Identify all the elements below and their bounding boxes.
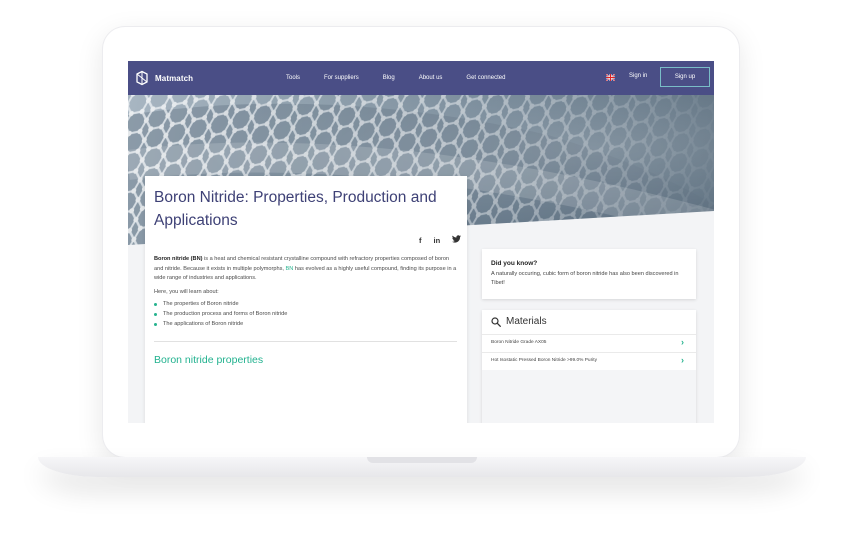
did-you-know-title: Did you know? bbox=[491, 260, 538, 267]
material-row[interactable]: Boron Nitride Grade AX05 › bbox=[482, 334, 696, 353]
material-row[interactable]: Hot Isostatic Pressed Boron Nitride >99.… bbox=[482, 352, 696, 371]
uk-flag-icon[interactable] bbox=[606, 74, 615, 81]
section-heading: Boron nitride properties bbox=[154, 354, 264, 366]
nav-links: Tools For suppliers Blog About us Get co… bbox=[286, 61, 529, 95]
chevron-right-icon: › bbox=[681, 337, 684, 347]
article-title: Boron Nitride: Properties, Production an… bbox=[154, 189, 437, 229]
chevron-right-icon: › bbox=[681, 355, 684, 365]
list-item-text: The properties of Boron nitride bbox=[163, 301, 239, 307]
materials-header: Materials bbox=[491, 316, 547, 327]
brand-name: Matmatch bbox=[155, 73, 194, 83]
linkedin-icon[interactable]: in bbox=[434, 236, 441, 245]
materials-empty-area bbox=[482, 370, 696, 423]
did-you-know-text: A naturally occuring, cubic form of boro… bbox=[491, 271, 679, 286]
topic-list: The properties of Boron nitride The prod… bbox=[154, 299, 287, 329]
intro-bold-term: Boron nitride (BN) bbox=[154, 256, 203, 262]
sign-up-button[interactable]: Sign up bbox=[660, 67, 710, 87]
materials-card: Materials Boron Nitride Grade AX05 › Hot… bbox=[482, 310, 696, 423]
list-item: The applications of Boron nitride bbox=[154, 319, 287, 329]
search-icon bbox=[491, 316, 501, 327]
learn-about-text: Here, you will learn about: bbox=[154, 289, 219, 295]
nav-link-blog[interactable]: Blog bbox=[383, 75, 395, 81]
share-icons: f in bbox=[407, 235, 462, 245]
material-name: Hot Isostatic Pressed Boron Nitride >99.… bbox=[491, 358, 597, 363]
material-name: Boron Nitride Grade AX05 bbox=[491, 340, 547, 345]
laptop-base bbox=[38, 457, 806, 477]
laptop-notch bbox=[367, 457, 477, 463]
nav-link-about-us[interactable]: About us bbox=[419, 75, 443, 81]
bullet-dot bbox=[154, 302, 157, 306]
list-item: The production process and forms of Boro… bbox=[154, 309, 287, 319]
article-intro: Boron nitride (BN) is a heat and chemica… bbox=[154, 255, 459, 284]
screen: Matmatch Tools For suppliers Blog About … bbox=[128, 61, 714, 423]
matmatch-logo-icon bbox=[136, 70, 148, 86]
divider bbox=[154, 341, 457, 342]
twitter-icon[interactable] bbox=[452, 235, 462, 245]
article-card: Boron Nitride: Properties, Production an… bbox=[145, 176, 467, 423]
did-you-know-card: Did you know? A naturally occuring, cubi… bbox=[482, 249, 696, 299]
nav-link-get-connected[interactable]: Get connected bbox=[466, 75, 505, 81]
bullet-dot bbox=[154, 312, 157, 316]
list-item-text: The applications of Boron nitride bbox=[163, 321, 244, 327]
brand-logo[interactable]: Matmatch bbox=[134, 70, 193, 86]
sign-in-link[interactable]: Sign in bbox=[629, 73, 647, 79]
bullet-dot bbox=[154, 322, 157, 326]
navbar: Matmatch Tools For suppliers Blog About … bbox=[128, 61, 714, 95]
materials-title: Materials bbox=[506, 316, 547, 327]
list-item: The properties of Boron nitride bbox=[154, 299, 287, 309]
nav-link-for-suppliers[interactable]: For suppliers bbox=[324, 75, 359, 81]
list-item-text: The production process and forms of Boro… bbox=[163, 311, 288, 317]
nav-link-tools[interactable]: Tools bbox=[286, 75, 300, 81]
facebook-icon[interactable]: f bbox=[419, 236, 422, 245]
